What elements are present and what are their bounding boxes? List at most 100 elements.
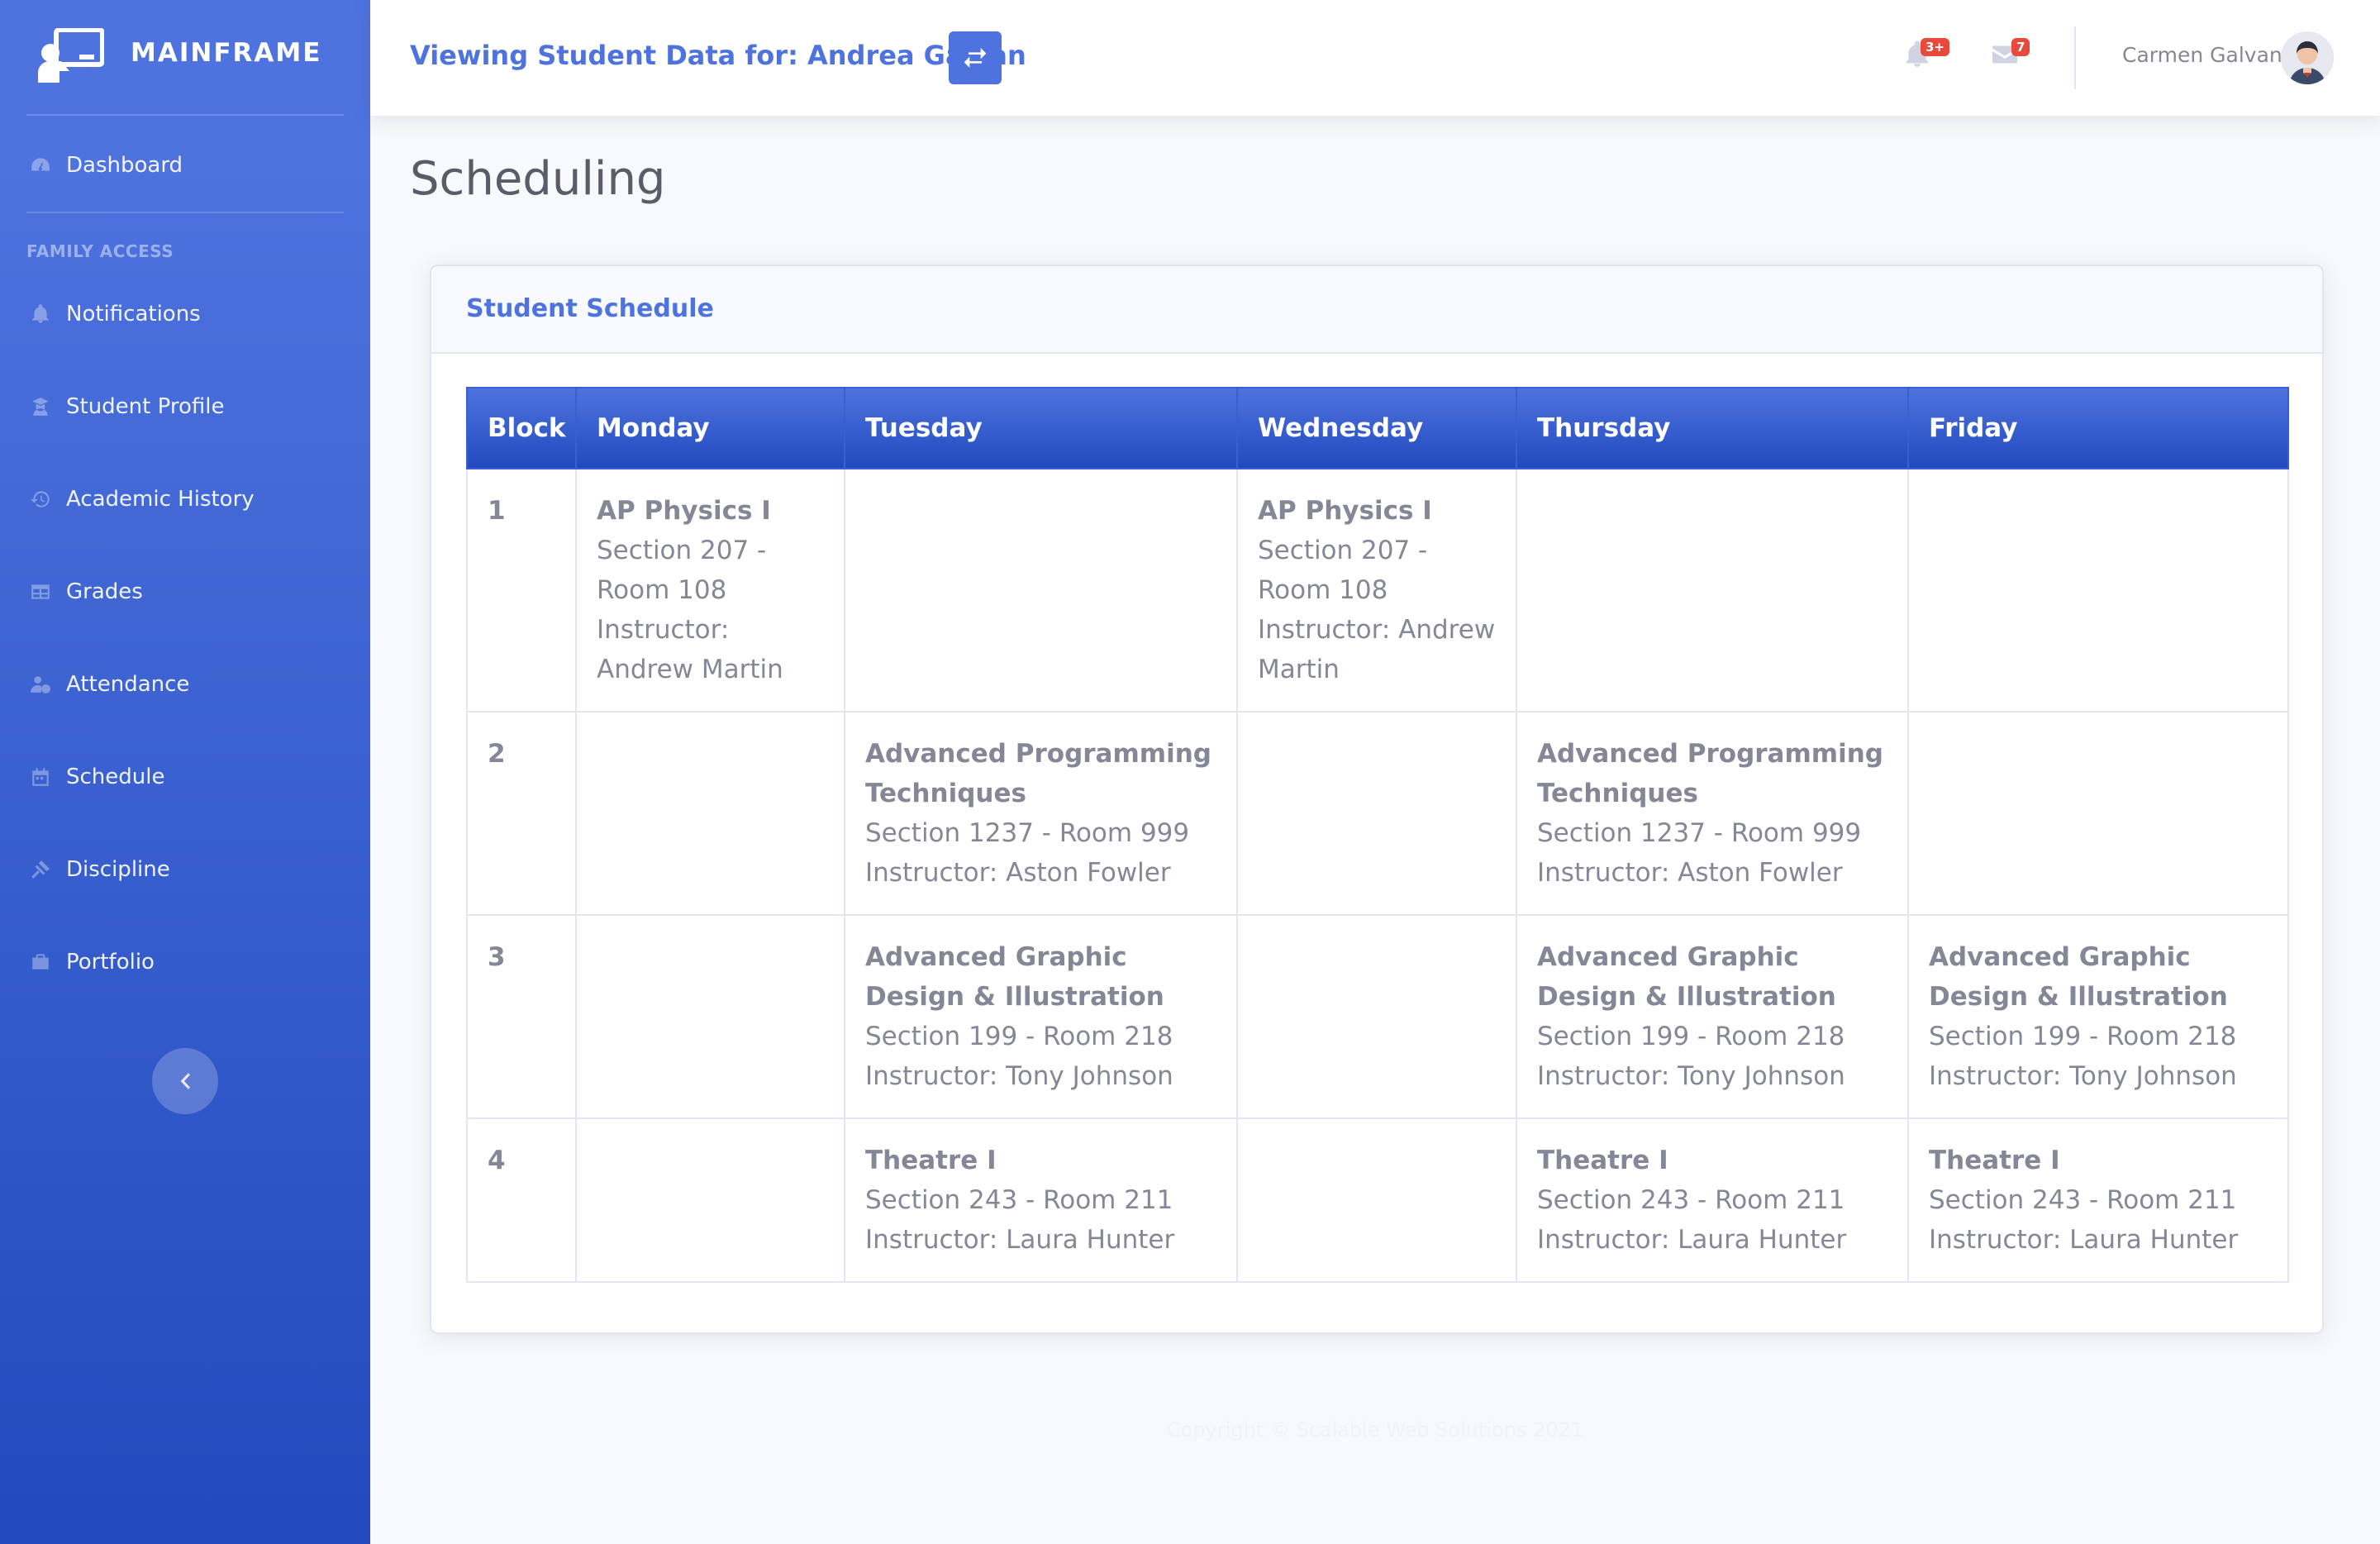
table-row: 2 Advanced Programming Techniques Sectio… (466, 711, 2289, 916)
course-section: Section 199 - Room 218 (1929, 1022, 2237, 1051)
sidebar-item-student-profile[interactable]: Student Profile (26, 384, 344, 430)
course-name: Theatre I (1537, 1146, 1668, 1175)
messages-count-badge: 7 (2011, 38, 2030, 56)
block-number: 2 (466, 711, 577, 916)
table-header-row: Block Monday Tuesday Wednesday Thursday … (466, 387, 2289, 469)
course-section: Section 199 - Room 218 (1537, 1022, 1845, 1051)
course-name: AP Physics I (597, 496, 771, 526)
sidebar: MAINFRAME Dashboard FAMILY ACCESS Notifi… (0, 0, 370, 1544)
user-name[interactable]: Carmen Galvan (2122, 43, 2282, 67)
sidebar-item-academic-history[interactable]: Academic History (26, 476, 344, 522)
gavel-icon (26, 855, 55, 884)
schedule-table: Block Monday Tuesday Wednesday Thursday … (466, 387, 2289, 1283)
alerts-count-badge: 3+ (1921, 38, 1950, 56)
column-header-monday: Monday (575, 387, 845, 469)
schedule-cell (1516, 468, 1909, 712)
course-instructor: Instructor: Aston Fowler (865, 858, 1171, 888)
schedule-cell: Theatre I Section 243 - Room 211 Instruc… (1516, 1117, 1909, 1283)
exchange-icon (964, 48, 987, 68)
course-section: Section 1237 - Room 999 (865, 818, 1190, 848)
chevron-left-icon (180, 1073, 190, 1089)
sidebar-item-dashboard[interactable]: Dashboard (26, 142, 344, 188)
sidebar-item-label: Discipline (66, 857, 170, 882)
schedule-cell (1907, 711, 2289, 916)
schedule-cell: AP Physics I Section 207 - Room 108 Inst… (1236, 468, 1517, 712)
sidebar-item-label: Notifications (66, 302, 201, 326)
schedule-cell (1907, 468, 2289, 712)
footer-copyright: Copyright © Scalable Web Solutions 2021 (1166, 1418, 1584, 1442)
course-name: AP Physics I (1258, 496, 1432, 526)
schedule-cell: Advanced Programming Techniques Section … (1516, 711, 1909, 916)
history-icon (26, 485, 55, 513)
column-header-friday: Friday (1907, 387, 2289, 469)
schedule-cell: Advanced Graphic Design & Illustration S… (844, 914, 1238, 1119)
sidebar-item-discipline[interactable]: Discipline (26, 846, 344, 893)
course-instructor: Instructor: Tony Johnson (865, 1061, 1173, 1091)
course-instructor: Instructor: Andrew Martin (597, 615, 783, 684)
course-instructor: Instructor: Laura Hunter (1929, 1225, 2239, 1255)
alerts-button[interactable]: 3+ (1902, 38, 1950, 73)
sidebar-divider (26, 212, 344, 213)
viewing-student-label: Viewing Student Data for: Andrea Galvan (410, 40, 1026, 71)
calendar-icon (26, 763, 55, 791)
sidebar-heading: FAMILY ACCESS (26, 241, 174, 261)
course-instructor: Instructor: Aston Fowler (1537, 858, 1843, 888)
table-row: 4 Theatre I Section 243 - Room 211 Instr… (466, 1117, 2289, 1283)
brand-link[interactable]: MAINFRAME (0, 0, 370, 114)
schedule-cell: Theatre I Section 243 - Room 211 Instruc… (1907, 1117, 2289, 1283)
sidebar-item-label: Academic History (66, 487, 255, 512)
course-name: Advanced Programming Techniques (1537, 739, 1883, 808)
course-name: Theatre I (1929, 1146, 2060, 1175)
course-instructor: Instructor: Tony Johnson (1929, 1061, 2237, 1091)
schedule-cell: Theatre I Section 243 - Room 211 Instruc… (844, 1117, 1238, 1283)
sidebar-item-grades[interactable]: Grades (26, 569, 344, 615)
tachometer-icon (26, 151, 55, 179)
table-row: 1 AP Physics I Section 207 - Room 108 In… (466, 468, 2289, 712)
avatar[interactable] (2281, 31, 2334, 84)
sidebar-item-label: Schedule (66, 765, 165, 789)
schedule-cell (844, 468, 1238, 712)
topbar-divider (2074, 26, 2076, 89)
sidebar-item-label: Grades (66, 579, 143, 604)
brand-name: MAINFRAME (131, 38, 322, 68)
course-section: Section 1237 - Room 999 (1537, 818, 1862, 848)
card-header: Student Schedule (431, 266, 2322, 354)
sidebar-item-portfolio[interactable]: Portfolio (26, 939, 344, 985)
schedule-cell: AP Physics I Section 207 - Room 108 Inst… (575, 468, 845, 712)
sidebar-toggle-button[interactable] (152, 1048, 218, 1114)
switch-student-button[interactable] (949, 31, 1002, 84)
block-number: 4 (466, 1117, 577, 1283)
sidebar-item-notifications[interactable]: Notifications (26, 291, 344, 337)
sidebar-item-attendance[interactable]: Attendance (26, 661, 344, 708)
schedule-cell: Advanced Graphic Design & Illustration S… (1907, 914, 2289, 1119)
schedule-cell (1236, 711, 1517, 916)
course-name: Advanced Graphic Design & Illustration (1929, 942, 2228, 1012)
schedule-cell (575, 1117, 845, 1283)
schedule-cell (575, 914, 845, 1119)
schedule-cell: Advanced Programming Techniques Section … (844, 711, 1238, 916)
block-number: 3 (466, 914, 577, 1119)
column-header-thursday: Thursday (1516, 387, 1909, 469)
course-instructor: Instructor: Andrew Martin (1258, 615, 1496, 684)
course-name: Advanced Graphic Design & Illustration (865, 942, 1164, 1012)
sidebar-divider (26, 114, 344, 116)
sidebar-item-label: Portfolio (66, 950, 155, 975)
table-icon (26, 578, 55, 606)
chalkboard-teacher-icon (38, 28, 104, 83)
sidebar-item-schedule[interactable]: Schedule (26, 754, 344, 800)
course-section: Section 243 - Room 211 (1929, 1185, 2237, 1215)
course-name: Advanced Programming Techniques (865, 739, 1211, 808)
sidebar-item-label: Dashboard (66, 153, 183, 178)
user-clock-icon (26, 670, 55, 698)
messages-button[interactable]: 7 (1990, 38, 2030, 73)
schedule-cell (1236, 914, 1517, 1119)
briefcase-icon (26, 948, 55, 976)
schedule-cell (575, 711, 845, 916)
schedule-cell (1236, 1117, 1517, 1283)
bell-icon (26, 300, 55, 328)
sidebar-item-label: Attendance (66, 672, 190, 697)
schedule-cell: Advanced Graphic Design & Illustration S… (1516, 914, 1909, 1119)
student-schedule-card: Student Schedule Block Monday Tuesday We… (430, 264, 2324, 1334)
course-instructor: Instructor: Tony Johnson (1537, 1061, 1845, 1091)
course-section: Section 199 - Room 218 (865, 1022, 1173, 1051)
